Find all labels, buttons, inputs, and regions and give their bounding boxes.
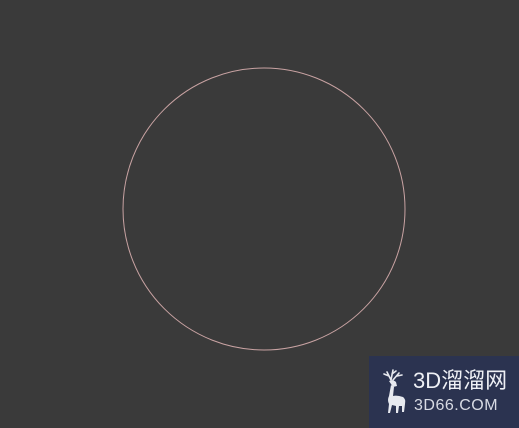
drawn-circle[interactable] (122, 67, 406, 351)
deer-icon (383, 369, 406, 413)
site-watermark: 3D溜溜网 3D66.COM (369, 356, 519, 428)
watermark-title: 3D溜溜网 (413, 368, 508, 393)
watermark-url: 3D66.COM (414, 397, 499, 414)
